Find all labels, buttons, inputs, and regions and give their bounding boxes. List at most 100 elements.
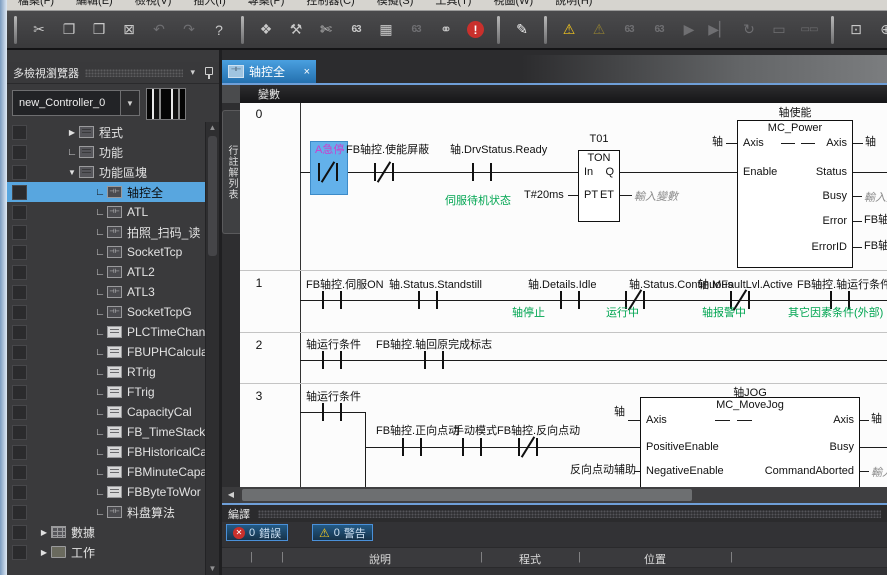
contact-operand[interactable]: 手动模式 — [453, 425, 497, 438]
scroll-up-icon[interactable]: ▲ — [206, 122, 219, 134]
abort-icon[interactable]: ! — [467, 21, 484, 38]
row-selector[interactable] — [12, 465, 27, 480]
row-selector[interactable] — [12, 245, 27, 260]
io-watch-icon[interactable]: 63 — [404, 18, 428, 42]
monitor-stop-icon[interactable]: 63 — [647, 18, 671, 42]
row-comment-list-tab[interactable]: 行註解列表 — [222, 110, 240, 234]
row-selector[interactable] — [12, 305, 27, 320]
row-selector[interactable] — [12, 185, 27, 200]
build-icon[interactable]: ⚒ — [284, 18, 308, 42]
column-location[interactable]: 位置 — [585, 551, 725, 567]
scroll-left-icon[interactable]: ◀ — [222, 487, 240, 503]
no-contact[interactable] — [560, 291, 580, 309]
tree-item-FBByteToWor[interactable]: ∟FBByteToWor — [7, 482, 219, 502]
tree-item-FTrig[interactable]: ∟FTrig — [7, 382, 219, 402]
no-contact[interactable] — [424, 351, 444, 369]
tree-item-數據[interactable]: ▶數據 — [7, 522, 219, 542]
expander-icon[interactable]: ▶ — [65, 128, 79, 137]
menu-item-7[interactable]: 工具(T) — [424, 0, 482, 10]
menu-item-2[interactable]: 檢視(V) — [124, 0, 183, 10]
timer-instance-name[interactable]: T01 — [578, 133, 620, 145]
copy-icon[interactable]: ❐ — [57, 18, 81, 42]
pin-icon[interactable] — [203, 67, 213, 79]
no-contact[interactable] — [322, 291, 342, 309]
step-icon[interactable]: ▶▏ — [707, 18, 731, 42]
fb-instance-comment[interactable]: 轴使能 — [737, 104, 853, 120]
warnings-filter-button[interactable]: ⚠ 0 警告 — [312, 524, 373, 541]
delete-icon[interactable]: ⊠ — [117, 18, 141, 42]
row-selector[interactable] — [12, 265, 27, 280]
row-selector[interactable] — [12, 145, 27, 160]
tree-item-轴控全[interactable]: ∟⊣⊢轴控全 — [7, 182, 219, 202]
row-selector[interactable] — [12, 485, 27, 500]
row-selector[interactable] — [12, 405, 27, 420]
collapse-arrow-icon[interactable]: ▾ — [190, 67, 195, 78]
variables-bar[interactable]: 變數 — [240, 85, 887, 103]
nc-contact[interactable] — [374, 163, 394, 181]
tree-item-拍照_扫码_读[interactable]: ∟⊣⊢拍照_扫码_读 — [7, 222, 219, 242]
tree-item-工作[interactable]: ▶工作 — [7, 542, 219, 562]
ton-timer-block[interactable]: TON In Q PT ET — [578, 150, 620, 222]
expander-icon[interactable]: ▶ — [37, 528, 51, 537]
expander-icon[interactable]: ▼ — [65, 168, 79, 177]
fb-output-operand[interactable]: 轴 — [865, 136, 876, 149]
editor-window-icon[interactable]: ❖ — [254, 18, 278, 42]
no-contact[interactable] — [418, 291, 438, 309]
scrollbar-thumb[interactable] — [208, 136, 217, 256]
row-selector[interactable] — [12, 205, 27, 220]
help-icon[interactable]: ? — [207, 18, 231, 42]
online-icon[interactable]: ⚠ — [557, 18, 581, 42]
mc-power-block[interactable]: MC_Power Axis Axis Enable Status Busy Er… — [737, 120, 853, 268]
mc-movejog-block[interactable]: MC_MoveJog Axis Axis PositiveEnable Busy… — [640, 397, 860, 487]
tab-close-icon[interactable]: × — [304, 66, 310, 78]
fb-output-operand[interactable]: FB轴 — [864, 214, 887, 227]
row-selector[interactable] — [12, 385, 27, 400]
search-icon[interactable]: ⚭ — [434, 18, 458, 42]
contact-operand[interactable]: FB轴控.反向点动 — [497, 425, 580, 438]
menu-item-3[interactable]: 插入(I) — [182, 0, 236, 10]
tree-item-料盘算法[interactable]: ∟⊣⊢料盘算法 — [7, 502, 219, 522]
no-contact[interactable] — [322, 403, 342, 421]
tree-scrollbar[interactable]: ▲ ▼ — [205, 122, 219, 575]
watch-window-icon[interactable]: 63 — [344, 18, 368, 42]
menu-item-8[interactable]: 視圖(W) — [482, 0, 544, 10]
tree-item-FBHistoricalCa[interactable]: ∟FBHistoricalCa — [7, 442, 219, 462]
tree-item-FB_TimeStack[interactable]: ∟FB_TimeStack — [7, 422, 219, 442]
rung-number-3[interactable]: 3 — [248, 389, 270, 403]
fb-output-operand[interactable]: 轴 — [871, 413, 882, 426]
row-selector[interactable] — [12, 505, 27, 520]
row-selector[interactable] — [12, 285, 27, 300]
column-program[interactable]: 程式 — [485, 551, 575, 567]
rung-number-0[interactable]: 0 — [248, 107, 270, 121]
paste-icon[interactable]: ❒ — [87, 18, 111, 42]
zoom-icon[interactable]: ⊕ — [874, 18, 887, 42]
cancel-build-icon[interactable]: ✄ — [314, 18, 338, 42]
menu-item-6[interactable]: 模擬(S) — [366, 0, 425, 10]
undo-icon[interactable]: ↶ — [147, 18, 171, 42]
fb-input-operand[interactable]: 反向点动辅助 — [556, 464, 636, 477]
row-selector[interactable] — [12, 345, 27, 360]
row-selector[interactable] — [12, 325, 27, 340]
no-contact[interactable] — [472, 163, 492, 181]
tree-item-ATL[interactable]: ∟⊣⊢ATL — [7, 202, 219, 222]
fb-input-operand[interactable]: 轴 — [614, 406, 625, 419]
nc-contact[interactable] — [318, 163, 338, 181]
row-selector[interactable] — [12, 425, 27, 440]
edit-mode-icon[interactable]: ✎ — [510, 18, 534, 42]
menu-item-5[interactable]: 控制器(C) — [295, 0, 365, 10]
tree-item-ATL3[interactable]: ∟⊣⊢ATL3 — [7, 282, 219, 302]
tab-axis-control[interactable]: ⊣⊢ 轴控全 × — [222, 60, 316, 83]
tree-item-功能[interactable]: ∟功能 — [7, 142, 219, 162]
contact-operand[interactable]: A急停 — [315, 144, 344, 157]
row-selector[interactable] — [12, 525, 27, 540]
fb-input-operand[interactable]: 轴 — [712, 136, 723, 149]
scrollbar-thumb[interactable] — [242, 489, 692, 501]
controller-select[interactable]: new_Controller_0 ▼ — [12, 90, 140, 116]
watch-table-icon[interactable]: ▦ — [374, 18, 398, 42]
tree-item-功能區塊[interactable]: ▼功能區塊 — [7, 162, 219, 182]
tree-item-CapacityCal[interactable]: ∟CapacityCal — [7, 402, 219, 422]
contact-operand[interactable]: FB轴控.正向点动 — [376, 425, 459, 438]
timer-et-output[interactable]: 輸入變數 — [634, 188, 678, 204]
contact-operand[interactable]: 轴.DrvStatus.Ready — [450, 144, 547, 157]
no-contact[interactable] — [402, 438, 422, 456]
